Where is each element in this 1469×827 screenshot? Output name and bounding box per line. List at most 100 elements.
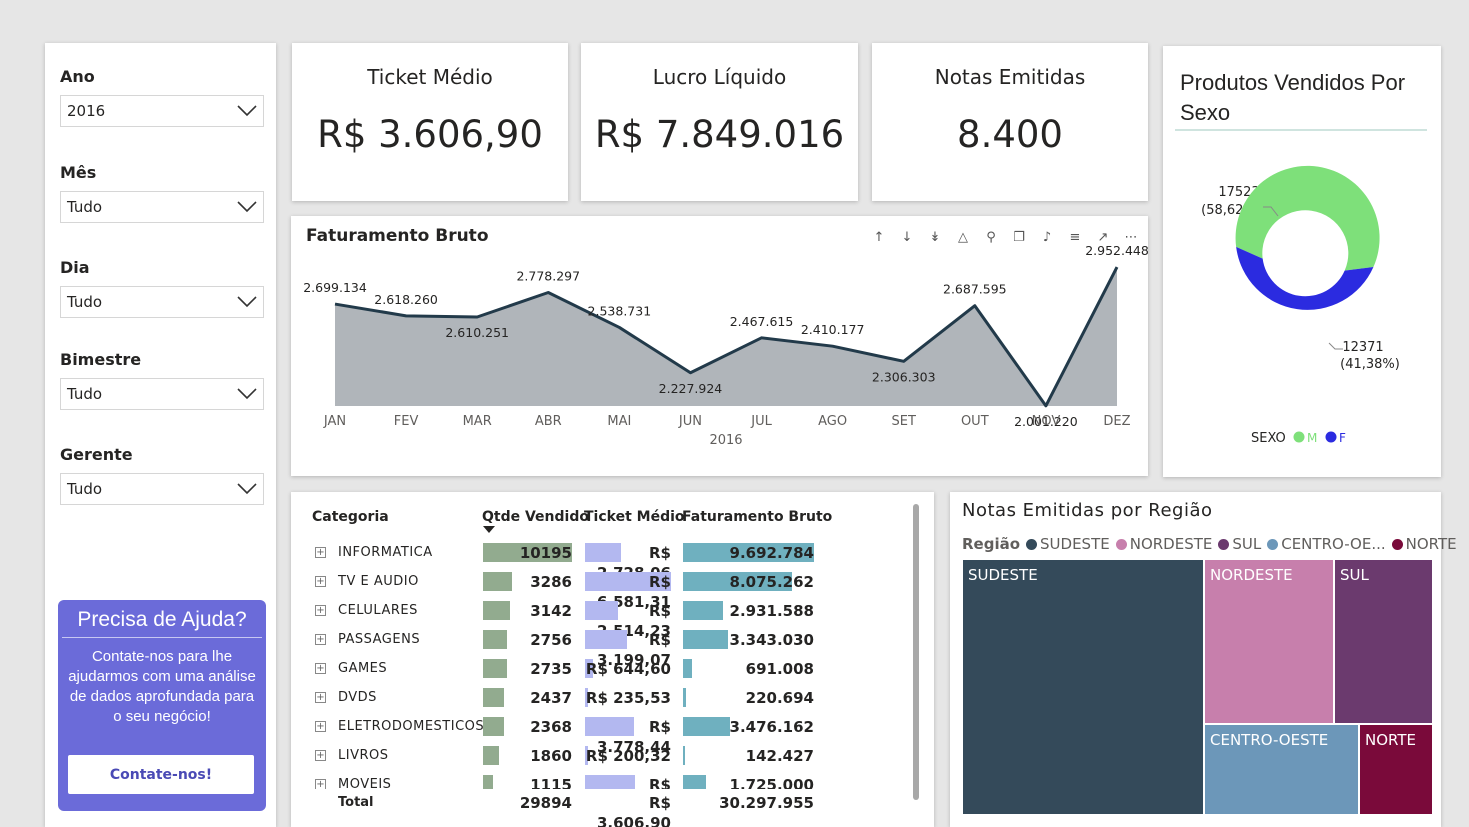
data-point[interactable]: [1113, 263, 1121, 271]
table-row[interactable]: + LIVROS 1860 R$ 200,32 142.427: [291, 746, 891, 775]
data-point[interactable]: [758, 334, 766, 342]
kpi-value: R$ 7.849.016: [594, 113, 845, 156]
legend-item-centro-oeste[interactable]: CENTRO-OE...: [1267, 535, 1386, 553]
expand-icon[interactable]: +: [315, 692, 326, 703]
slicer-gerente-value: Tudo: [67, 480, 103, 498]
qtde-cell: 10195: [519, 544, 572, 562]
table-row[interactable]: + CELULARES 3142 R$ 2.514,23 2.931.588: [291, 601, 891, 640]
ticket-cell: R$ 200,32: [585, 747, 671, 765]
chevron-down-icon: [237, 388, 257, 400]
treemap-title: Notas Emitidas por Região: [962, 500, 1213, 521]
x-tick-label: ABR: [535, 414, 562, 429]
header-qtde-vendido[interactable]: Qtde Vendido: [482, 509, 589, 525]
tile-sudeste[interactable]: SUDESTE: [962, 559, 1204, 815]
expand-icon[interactable]: +: [315, 605, 326, 616]
donut-chart-svg: 17523 (58,62%) 12371 (41,38%) SEXO M F: [1201, 165, 1400, 446]
header-ticket-medio[interactable]: Ticket Médio: [584, 509, 685, 525]
legend-item-norte[interactable]: NORTE: [1391, 535, 1457, 553]
expand-icon[interactable]: +: [315, 634, 326, 645]
header-categoria[interactable]: Categoria: [312, 509, 389, 525]
tile-norte[interactable]: NORTE: [1359, 724, 1433, 815]
data-point[interactable]: [829, 342, 837, 350]
category-cell: DVDS: [338, 690, 377, 705]
donut-slice-m[interactable]: [1235, 165, 1380, 271]
filters-panel: Ano 2016 Mês Tudo Dia Tudo Bimestre Tudo…: [45, 43, 276, 827]
category-cell: LIVROS: [338, 748, 389, 763]
legend-dot-f: [1325, 431, 1337, 443]
fat-cell: 9.692.784: [729, 544, 814, 562]
qtde-cell: 3142: [530, 602, 572, 620]
category-cell: GAMES: [338, 661, 388, 676]
expand-icon[interactable]: +: [315, 663, 326, 674]
category-cell: INFORMATICA: [338, 545, 433, 560]
table-row[interactable]: + MOVEIS 1115 R$ 3.833,33 1.725.000: [291, 775, 891, 789]
chevron-down-icon: [237, 201, 257, 213]
data-point[interactable]: [686, 369, 694, 377]
data-point[interactable]: [1042, 402, 1050, 410]
legend-label: CENTRO-OE...: [1281, 535, 1386, 553]
chevron-down-icon: [237, 296, 257, 308]
fat-cell: 691.008: [745, 660, 814, 678]
slicer-bimestre-dropdown[interactable]: Tudo: [60, 378, 264, 410]
legend-dot: [1267, 538, 1279, 550]
legend-dot: [1026, 538, 1038, 550]
donut-legend-f[interactable]: F: [1339, 431, 1346, 445]
slicer-ano-dropdown[interactable]: 2016: [60, 95, 264, 127]
donut-legend-m[interactable]: M: [1307, 431, 1317, 445]
ticket-cell: R$ 644,60: [585, 660, 671, 678]
table-row[interactable]: + DVDS 2437 R$ 235,53 220.694: [291, 688, 891, 717]
ticket-cell: R$ 3.778,44: [596, 718, 671, 756]
slicer-dia: Dia Tudo: [60, 258, 264, 318]
expand-icon[interactable]: +: [315, 576, 326, 587]
kpi-notas-emitidas: Notas Emitidas 8.400: [872, 43, 1148, 201]
total-fat: 30.297.955: [719, 794, 814, 812]
data-point[interactable]: [402, 312, 410, 320]
data-label: 2.410.177: [801, 322, 865, 337]
x-axis-label: 2016: [709, 433, 742, 448]
data-point[interactable]: [544, 288, 552, 296]
tile-sul[interactable]: SUL: [1334, 559, 1433, 724]
qtde-cell: 2735: [530, 660, 572, 678]
data-point[interactable]: [900, 357, 908, 365]
qtde-cell: 2368: [530, 718, 572, 736]
slicer-dia-dropdown[interactable]: Tudo: [60, 286, 264, 318]
slicer-mes-dropdown[interactable]: Tudo: [60, 191, 264, 223]
data-point[interactable]: [615, 323, 623, 331]
help-box: Precisa de Ajuda? Contate-nos para lhe a…: [58, 600, 266, 811]
expand-icon[interactable]: +: [315, 779, 326, 789]
legend-item-sul[interactable]: SUL: [1218, 535, 1261, 553]
slicer-gerente-dropdown[interactable]: Tudo: [60, 473, 264, 505]
expand-icon[interactable]: +: [315, 721, 326, 732]
data-point[interactable]: [473, 313, 481, 321]
table-row[interactable]: + TV E AUDIO 3286 R$ 6.581,31 8.075.262: [291, 572, 891, 611]
donut-chart-card[interactable]: Produtos Vendidos Por Sexo 17523 (58,62%…: [1163, 46, 1441, 477]
tile-nordeste[interactable]: NORDESTE: [1204, 559, 1334, 724]
category-cell: TV E AUDIO: [338, 574, 419, 589]
fat-cell: 1.725.000: [729, 776, 814, 789]
legend-item-sudeste[interactable]: SUDESTE: [1026, 535, 1110, 553]
scrollbar[interactable]: [913, 504, 919, 800]
legend-dot: [1115, 538, 1127, 550]
header-faturamento-bruto[interactable]: Faturamento Bruto: [682, 509, 832, 525]
table-row[interactable]: + ELETRODOMESTICOS 2368 R$ 3.778,44 3.47…: [291, 717, 891, 756]
qtde-cell: 1860: [530, 747, 572, 765]
table-row[interactable]: + INFORMATICA 10195 R$ 2.728,06 9.692.78…: [291, 543, 891, 582]
data-point[interactable]: [971, 302, 979, 310]
fat-cell: 3.476.162: [729, 718, 814, 736]
line-chart-card[interactable]: Faturamento Bruto ↑ ↓ ↡ △ ⚲ ❐ ♪ ≡ ↗ ⋯ 2.…: [291, 216, 1148, 476]
contact-button[interactable]: Contate-nos!: [68, 755, 254, 794]
total-label: Total: [338, 795, 374, 810]
data-label: 2.687.595: [943, 282, 1007, 297]
expand-icon[interactable]: +: [315, 547, 326, 558]
ticket-cell: R$ 235,53: [585, 689, 671, 707]
table-row[interactable]: + GAMES 2735 R$ 644,60 691.008: [291, 659, 891, 688]
data-point[interactable]: [331, 300, 339, 308]
slicer-gerente: Gerente Tudo: [60, 445, 264, 505]
table-row[interactable]: + PASSAGENS 2756 R$ 3.199,07 3.343.030: [291, 630, 891, 669]
legend-item-nordeste[interactable]: NORDESTE: [1115, 535, 1212, 553]
legend-label: SUL: [1232, 535, 1262, 553]
sort-desc-icon: [483, 526, 495, 533]
tile-centro-oeste[interactable]: CENTRO-OESTE: [1204, 724, 1359, 815]
ticket-cell: R$ 3.199,07: [596, 631, 671, 669]
expand-icon[interactable]: +: [315, 750, 326, 761]
